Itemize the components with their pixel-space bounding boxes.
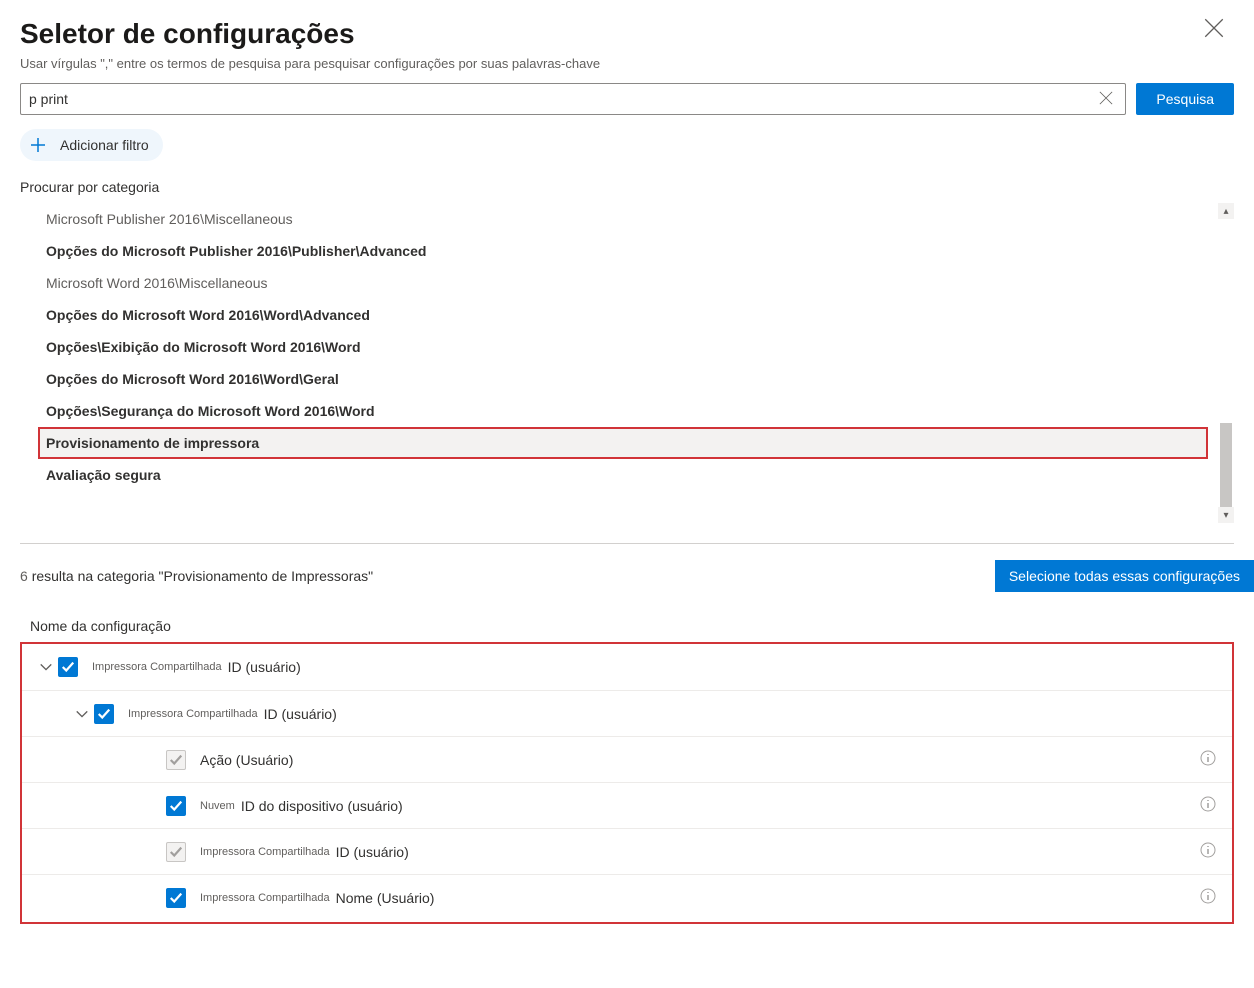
category-item[interactable]: Opções\Exibição do Microsoft Word 2016\W… bbox=[46, 331, 1234, 363]
item-label: ID (usuário) bbox=[264, 706, 337, 722]
category-item[interactable]: Avaliação segura bbox=[46, 459, 1234, 491]
results-count: 6 bbox=[20, 568, 28, 584]
scroll-up-arrow-icon[interactable]: ▴ bbox=[1218, 203, 1234, 219]
item-label: ID (usuário) bbox=[228, 659, 301, 675]
search-button[interactable]: Pesquisa bbox=[1136, 83, 1234, 115]
item-prefix: Impressora Compartilhada bbox=[92, 661, 222, 673]
search-input[interactable] bbox=[29, 91, 1095, 107]
search-hint: Usar vírgulas "," entre os termos de pes… bbox=[20, 56, 1234, 71]
item-label: ID (usuário) bbox=[336, 844, 409, 860]
tree-row: Impressora Compartilhada ID (usuário) bbox=[22, 690, 1232, 736]
info-icon[interactable] bbox=[1200, 796, 1216, 815]
tree-row: Nuvem ID do dispositivo (usuário) bbox=[22, 782, 1232, 828]
category-item[interactable]: Opções do Microsoft Word 2016\Word\Geral bbox=[46, 363, 1234, 395]
category-item[interactable]: Microsoft Word 2016\Miscellaneous bbox=[46, 267, 1234, 299]
column-header: Nome da configuração bbox=[30, 618, 1234, 634]
chevron-down-icon[interactable] bbox=[70, 707, 94, 721]
category-item[interactable]: Provisionamento de impressora bbox=[38, 427, 1208, 459]
item-label: Nome (Usuário) bbox=[336, 890, 435, 906]
plus-icon bbox=[26, 133, 50, 157]
checkbox bbox=[166, 750, 186, 770]
close-icon bbox=[1204, 18, 1224, 38]
info-icon[interactable] bbox=[1200, 888, 1216, 907]
divider bbox=[20, 543, 1234, 544]
tree-row: Impressora Compartilhada ID (usuário) bbox=[22, 644, 1232, 690]
results-summary: 6 resulta na categoria "Provisionamento … bbox=[20, 568, 373, 584]
add-filter-button[interactable]: Adicionar filtro bbox=[20, 129, 163, 161]
scroll-down-arrow-icon[interactable]: ▾ bbox=[1218, 507, 1234, 523]
info-icon[interactable] bbox=[1200, 842, 1216, 861]
tree-row: Impressora Compartilhada Nome (Usuário) bbox=[22, 874, 1232, 920]
tree-row: Impressora Compartilhada ID (usuário) bbox=[22, 828, 1232, 874]
chevron-down-icon[interactable] bbox=[34, 660, 58, 674]
tree-row: Ação (Usuário) bbox=[22, 736, 1232, 782]
item-prefix: Impressora Compartilhada bbox=[200, 892, 330, 904]
item-prefix: Impressora Compartilhada bbox=[128, 708, 258, 720]
item-prefix: Impressora Compartilhada bbox=[200, 846, 330, 858]
category-item[interactable]: Opções do Microsoft Word 2016\Word\Advan… bbox=[46, 299, 1234, 331]
category-item[interactable]: Opções do Microsoft Publisher 2016\Publi… bbox=[46, 235, 1234, 267]
checkbox[interactable] bbox=[94, 704, 114, 724]
page-title: Seletor de configurações bbox=[20, 18, 355, 50]
category-item[interactable]: Microsoft Publisher 2016\Miscellaneous bbox=[46, 203, 1234, 235]
search-box[interactable] bbox=[20, 83, 1126, 115]
item-label: ID do dispositivo (usuário) bbox=[241, 798, 403, 814]
checkbox bbox=[166, 842, 186, 862]
checkbox[interactable] bbox=[166, 796, 186, 816]
close-button[interactable] bbox=[1204, 18, 1224, 41]
close-icon bbox=[1099, 91, 1113, 105]
results-text: resulta na categoria "Provisionamento de… bbox=[32, 568, 373, 584]
checkbox[interactable] bbox=[166, 888, 186, 908]
info-icon[interactable] bbox=[1200, 750, 1216, 769]
add-filter-label: Adicionar filtro bbox=[60, 137, 149, 153]
clear-search-button[interactable] bbox=[1095, 91, 1117, 108]
item-label: Ação (Usuário) bbox=[200, 752, 293, 768]
browse-category-label: Procurar por categoria bbox=[20, 179, 1234, 195]
checkbox[interactable] bbox=[58, 657, 78, 677]
category-item[interactable]: Opções\Segurança do Microsoft Word 2016\… bbox=[46, 395, 1234, 427]
scrollbar[interactable]: ▴ ▾ bbox=[1218, 203, 1234, 523]
scroll-thumb[interactable] bbox=[1220, 423, 1232, 513]
select-all-button[interactable]: Selecione todas essas configurações bbox=[995, 560, 1254, 592]
item-prefix: Nuvem bbox=[200, 800, 235, 812]
settings-tree: Impressora CompartilhadaID (usuário)Impr… bbox=[20, 642, 1234, 924]
